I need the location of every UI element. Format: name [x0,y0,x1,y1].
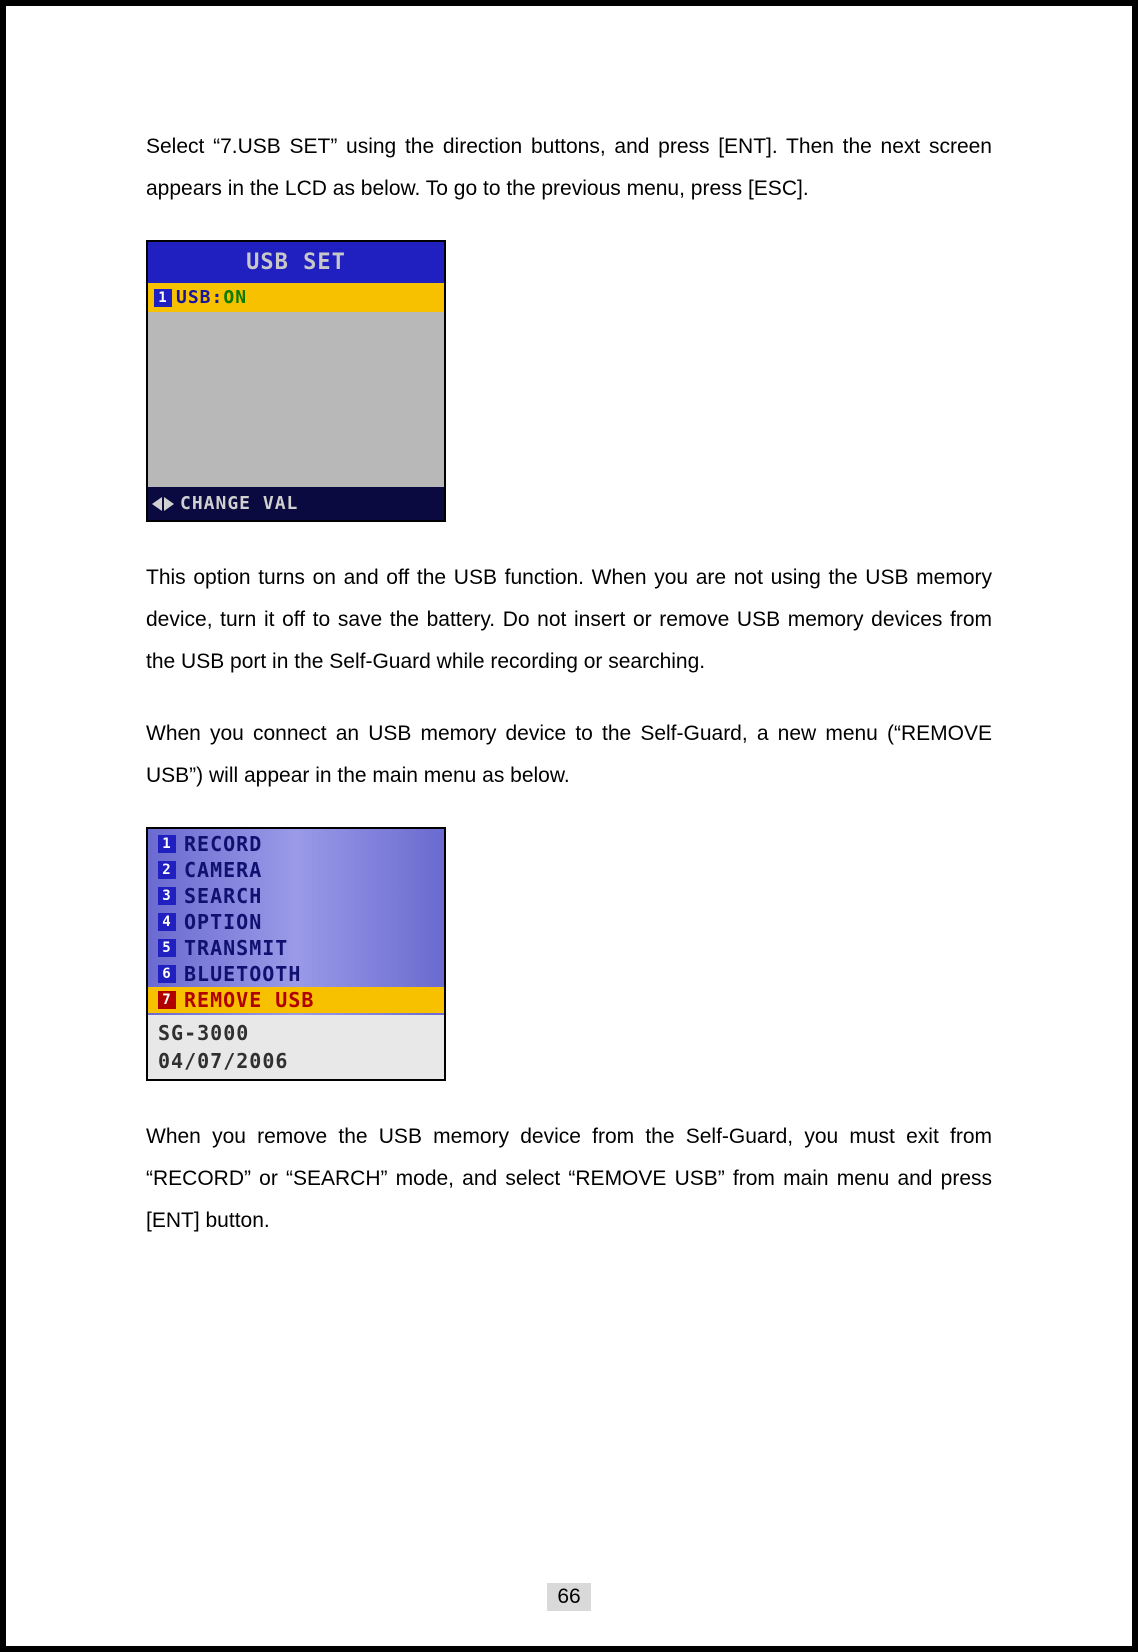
menu-item-label: USB: [176,287,223,308]
menu-item-label: REMOVE USB [184,988,314,1012]
arrow-right-icon[interactable] [164,497,174,511]
menu-item-number: 7 [158,991,176,1009]
main-menu-item-option[interactable]: 4 OPTION [148,909,444,935]
menu-item-value: ON [223,287,247,308]
main-menu-item-transmit[interactable]: 5 TRANSMIT [148,935,444,961]
menu-item-number: 1 [158,835,176,853]
lcd-empty-area [148,312,444,487]
device-date: 04/07/2006 [158,1047,434,1075]
lcd-footer: CHANGE VAL [148,487,444,520]
main-menu-list: 1 RECORD 2 CAMERA 3 SEARCH 4 OPTION 5 TRANSMIT 6 BL… [148,829,444,1015]
page-number-wrap: 66 [6,1583,1132,1611]
menu-item-label: CAMERA [184,858,262,882]
lcd-menu-item-usb[interactable]: 1 USB: ON [148,283,444,312]
arrow-left-icon[interactable] [152,497,162,511]
menu-item-label: TRANSMIT [184,936,288,960]
menu-item-number: 2 [158,861,176,879]
main-menu-item-record[interactable]: 1 RECORD [148,831,444,857]
main-menu-item-camera[interactable]: 2 CAMERA [148,857,444,883]
main-menu-item-remove-usb[interactable]: 7 REMOVE USB [148,987,444,1013]
menu-item-label: BLUETOOTH [184,962,301,986]
device-model: SG-3000 [158,1019,434,1047]
menu-item-number: 5 [158,939,176,957]
paragraph-description: This option turns on and off the USB fun… [146,557,992,683]
menu-item-label: SEARCH [184,884,262,908]
lcd-main-menu: 1 RECORD 2 CAMERA 3 SEARCH 4 OPTION 5 TRANSMIT 6 BL… [146,827,446,1081]
paragraph-intro: Select “7.USB SET” using the direction b… [146,126,992,210]
page-number: 66 [547,1583,590,1611]
menu-item-number: 6 [158,965,176,983]
menu-item-number: 4 [158,913,176,931]
page: Select “7.USB SET” using the direction b… [0,0,1138,1652]
lcd-title: USB SET [148,242,444,283]
main-menu-item-bluetooth[interactable]: 6 BLUETOOTH [148,961,444,987]
menu-item-label: RECORD [184,832,262,856]
paragraph-remove-usb-intro: When you connect an USB memory device to… [146,713,992,797]
main-menu-item-search[interactable]: 3 SEARCH [148,883,444,909]
paragraph-remove-instructions: When you remove the USB memory device fr… [146,1116,992,1242]
menu-item-label: OPTION [184,910,262,934]
menu-item-number: 3 [158,887,176,905]
lcd-footer-label: CHANGE VAL [180,493,298,514]
lcd-usb-set: USB SET 1 USB: ON CHANGE VAL [146,240,446,522]
lcd-status-area: SG-3000 04/07/2006 [148,1015,444,1079]
menu-item-number: 1 [154,289,172,307]
